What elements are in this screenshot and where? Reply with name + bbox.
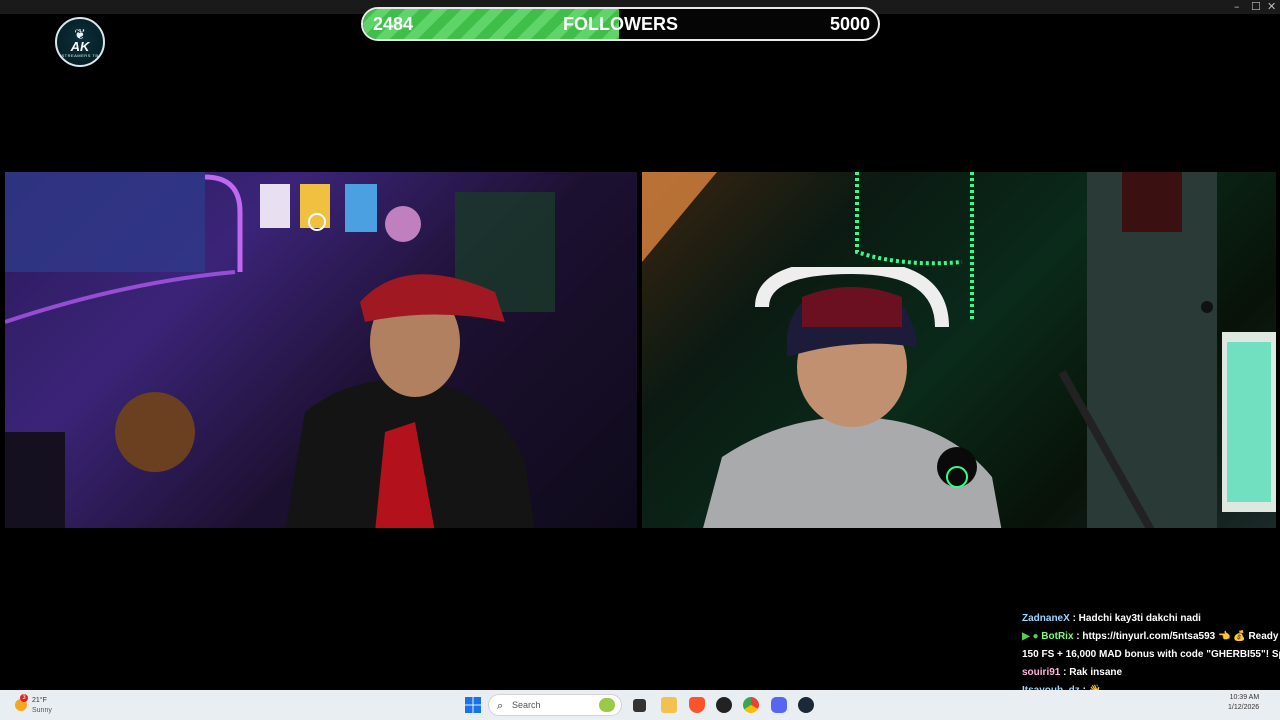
chat-username[interactable]: souiri91 <box>1022 667 1060 678</box>
windows-start-icon[interactable] <box>465 697 481 713</box>
streamer-right <box>703 267 1002 528</box>
chat-message: ▶ ● BotRix : https://tinyurl.com/5ntsa59… <box>1022 628 1280 646</box>
chrome-icon[interactable] <box>743 697 759 713</box>
channel-logo: ❦ AK STREAMERS TB <box>55 17 105 67</box>
logo-brand-text: AK <box>70 38 90 54</box>
file-explorer-icon[interactable] <box>661 697 677 713</box>
weather-temp: 21°F <box>32 697 47 704</box>
search-icon: ⌕ <box>497 699 504 712</box>
obs-icon[interactable] <box>716 697 732 713</box>
bot-badge-icon: ▶ ● <box>1022 631 1039 642</box>
maximize-button[interactable]: ☐ <box>1251 1 1261 13</box>
weather-badge: 3 <box>20 694 28 702</box>
steam-icon[interactable] <box>798 697 814 713</box>
chat-username[interactable]: BotRix <box>1041 631 1073 642</box>
chat-message: souiri91 : Rak insane <box>1022 664 1280 682</box>
search-placeholder: Search <box>512 700 541 710</box>
taskbar-search[interactable]: ⌕ Search <box>488 694 622 716</box>
weather-desc: Sunny <box>32 707 52 714</box>
clock-time: 10:39 AM <box>1229 694 1260 701</box>
follower-label: FOLLOWERS <box>563 14 678 34</box>
system-clock[interactable]: 10:39 AM 1/12/2026 <box>1228 693 1259 713</box>
chat-text: : Rak insane <box>1060 667 1123 678</box>
close-button[interactable]: ✕ <box>1267 1 1276 13</box>
chat-text: : Hadchi kay3ti dakchi nadi <box>1069 613 1201 624</box>
follower-goal: 5000 <box>829 14 870 34</box>
taskbar: 3 21°F Sunny ⌕ Search 10:39 AM 1/12/2026 <box>0 690 1280 720</box>
chat-text: 150 FS + 16,000 MAD bonus with code "GHE… <box>1022 649 1280 660</box>
webcam-right <box>642 172 1276 528</box>
discord-icon[interactable] <box>771 697 787 713</box>
follower-goal-bar: 2484 FOLLOWERS 5000 <box>361 7 880 41</box>
search-highlight-icon <box>599 698 615 712</box>
webcam-left <box>5 172 637 528</box>
brave-icon[interactable] <box>689 697 705 713</box>
chat-username[interactable]: ZadnaneX <box>1022 613 1070 624</box>
chat-message: ZadnaneX : Hadchi kay3ti dakchi nadi <box>1022 610 1280 628</box>
task-view-icon[interactable] <box>633 699 646 712</box>
chat-text: : https://tinyurl.com/5ntsa593 👈 💰 Ready <box>1073 631 1279 642</box>
chat-message: 150 FS + 16,000 MAD bonus with code "GHE… <box>1022 646 1280 664</box>
clock-date: 1/12/2026 <box>1228 704 1260 711</box>
logo-sub-text: STREAMERS TB <box>61 52 99 58</box>
weather-widget[interactable]: 3 21°F Sunny <box>13 694 73 716</box>
streamer-left <box>285 274 535 528</box>
minimize-button[interactable]: – <box>1234 1 1240 13</box>
